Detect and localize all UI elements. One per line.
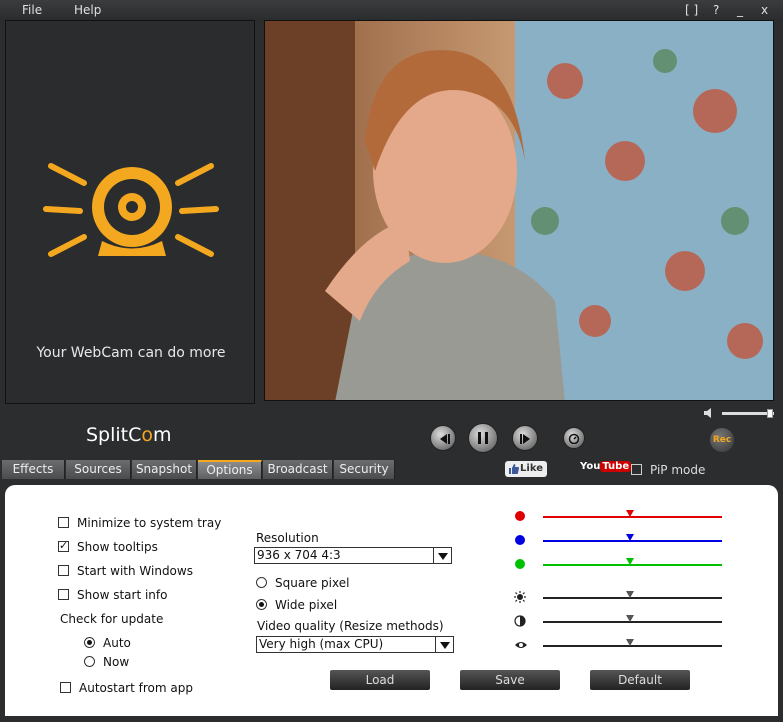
blue-slider-thumb[interactable] [626,534,634,541]
show-start-info-checkbox[interactable] [58,589,69,600]
video-quality-label: Video quality (Resize methods) [257,619,444,633]
save-button[interactable]: Save [460,670,560,690]
minimize-tray-option[interactable]: Minimize to system tray [58,516,221,530]
menu-help[interactable]: Help [74,3,101,17]
resolution-label: Resolution [256,531,319,545]
saturation-slider-thumb[interactable] [626,639,634,646]
step-forward-button[interactable] [512,425,538,451]
promo-text: Your WebCam can do more [36,345,226,361]
blue-dot-icon [514,534,526,546]
like-button[interactable]: Like [505,461,547,477]
minimize-button[interactable]: _ [737,3,743,17]
step-forward-icon [520,434,530,444]
chevron-down-icon[interactable] [435,636,454,653]
red-dot-icon [514,510,526,522]
pip-mode-toggle[interactable]: PiP mode [631,463,705,477]
pause-button[interactable] [468,423,498,453]
splitcam-logo: SplitCom [86,424,172,446]
green-slider-thumb[interactable] [626,558,634,565]
timer-icon [568,433,580,444]
wide-pixel-option[interactable]: Wide pixel [256,598,337,612]
square-pixel-option[interactable]: Square pixel [256,576,349,590]
record-button[interactable]: Rec [710,428,734,452]
tab-broadcast[interactable]: Broadcast [263,460,333,479]
red-slider-thumb[interactable] [626,510,634,517]
thumbs-up-icon [509,464,519,474]
brightness-slider-thumb[interactable] [626,591,634,598]
green-dot-icon [514,558,526,570]
load-button[interactable]: Load [330,670,430,690]
wide-pixel-radio[interactable] [256,599,267,610]
webcam-feed-image [265,21,773,400]
video-preview[interactable] [264,20,774,401]
contrast-slider-thumb[interactable] [626,615,634,622]
video-quality-select[interactable]: Very high (max CPU) [256,636,454,653]
snapshot-button[interactable] [563,427,585,449]
menu-bar: File Help [ ] ? _ x [0,0,783,20]
help-button[interactable]: ? [713,3,719,17]
start-windows-checkbox[interactable] [58,565,69,576]
tab-options[interactable]: Options [198,460,262,479]
update-auto-radio[interactable] [84,637,95,648]
autostart-checkbox[interactable] [60,682,71,693]
start-windows-option[interactable]: Start with Windows [58,564,193,578]
update-now-option[interactable]: Now [84,655,129,669]
youtube-button[interactable]: You Tube [580,461,632,477]
pip-checkbox[interactable] [631,464,642,475]
tab-security[interactable]: Security [334,460,395,479]
volume-knob[interactable] [767,409,773,418]
update-now-radio[interactable] [84,656,95,667]
update-auto-option[interactable]: Auto [84,636,131,650]
show-tooltips-checkbox[interactable] [58,539,69,552]
minimize-tray-checkbox[interactable] [58,517,69,528]
default-button[interactable]: Default [590,670,690,690]
resolution-select[interactable]: 936 x 704 4:3 [254,547,452,564]
contrast-icon [514,615,526,627]
show-start-info-option[interactable]: Show start info [58,588,167,602]
volume-icon[interactable] [703,407,715,419]
show-tooltips-option[interactable]: Show tooltips [58,539,158,554]
check-update-label: Check for update [60,612,164,626]
tab-effects[interactable]: Effects [2,460,65,479]
pause-icon [478,432,488,444]
step-back-button[interactable] [430,425,456,451]
fullscreen-button[interactable]: [ ] [685,3,698,17]
menu-file[interactable]: File [22,3,42,17]
like-label: Like [520,463,543,474]
autostart-option[interactable]: Autostart from app [60,681,193,695]
promo-panel[interactable]: Your WebCam can do more [5,20,255,404]
eye-icon [514,639,528,651]
square-pixel-radio[interactable] [256,577,267,588]
webcam-icon [43,163,219,257]
tab-sources[interactable]: Sources [66,460,131,479]
step-back-icon [440,434,450,444]
brightness-icon [514,591,526,603]
chevron-down-icon[interactable] [433,547,452,564]
close-button[interactable]: x [761,3,768,17]
tab-snapshot[interactable]: Snapshot [132,460,197,479]
